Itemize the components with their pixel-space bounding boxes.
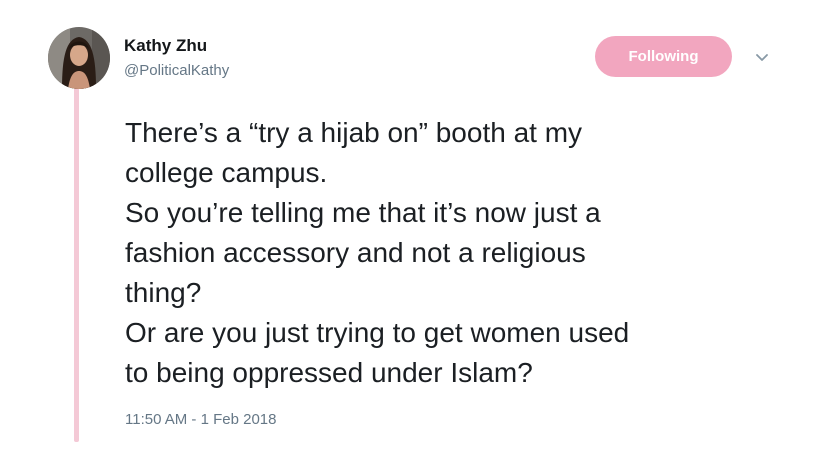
tweet-line: So you’re telling me that it’s now just …: [125, 197, 601, 228]
user-handle[interactable]: @PoliticalKathy: [124, 62, 229, 79]
tweet-timestamp[interactable]: 11:50 AM - 1 Feb 2018: [125, 411, 277, 428]
thread-line: [74, 88, 79, 442]
avatar[interactable]: [48, 27, 110, 89]
tweet-line: Or are you just trying to get women used: [125, 317, 630, 348]
tweet-line: college campus.: [125, 157, 328, 188]
tweet-line: There’s a “try a hijab on” booth at my: [125, 117, 583, 148]
chevron-down-icon: [756, 54, 768, 61]
tweet-line: to being oppressed under Islam?: [125, 357, 533, 388]
display-name[interactable]: Kathy Zhu: [124, 36, 207, 56]
following-button[interactable]: Following: [595, 36, 732, 77]
tweet-line: fashion accessory and not a religious: [125, 237, 586, 268]
profile-photo-icon: [48, 27, 110, 89]
tweet-line: thing?: [125, 277, 202, 308]
tweet-menu-button[interactable]: [752, 48, 772, 68]
tweet-text: There’s a “try a hijab on” booth at my c…: [125, 113, 805, 393]
